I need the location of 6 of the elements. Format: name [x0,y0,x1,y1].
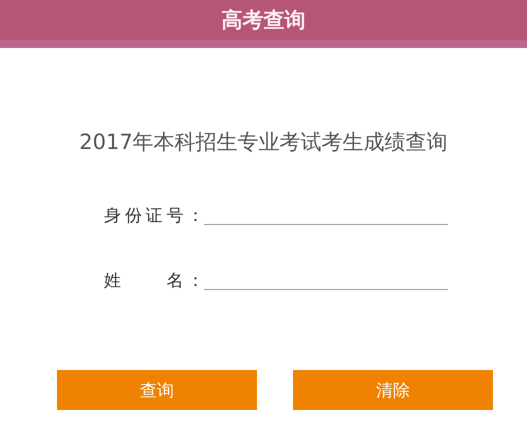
page-heading: 2017年本科招生专业考试考生成绩查询 [78,129,449,156]
field-label: 身份证号： [104,205,204,227]
field-label: 姓 名： [104,270,204,292]
query-button[interactable]: 查询 [57,370,257,410]
header-title: 高考查询 [222,7,306,34]
clear-button[interactable]: 清除 [293,370,493,410]
